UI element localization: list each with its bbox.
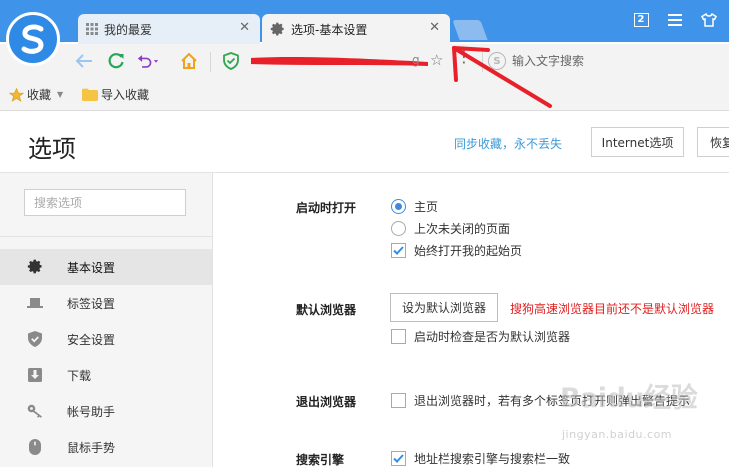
sidebar-item-label: 基本设置 [67, 260, 116, 275]
bookmark-favorites[interactable]: 收藏 ▼ [9, 86, 63, 103]
tab-count-button[interactable]: 2 [631, 10, 651, 30]
option-label: 始终打开我的起始页 [414, 244, 523, 258]
undo-close-icon[interactable] [137, 50, 159, 72]
grid-icon [86, 23, 98, 35]
watermark-url: jingyan.baidu.com [562, 428, 673, 441]
bookmark-label: 导入收藏 [101, 88, 150, 102]
url-text[interactable]: g [412, 53, 420, 67]
search-input[interactable] [512, 50, 722, 72]
option-label: 主页 [414, 200, 439, 214]
star-icon [9, 87, 24, 102]
tab-count-badge: 2 [633, 13, 649, 27]
folder-icon [82, 88, 98, 101]
menu-icon[interactable] [665, 10, 685, 30]
browser-logo [6, 12, 60, 66]
security-shield-icon[interactable] [223, 52, 239, 73]
default-browser-section-label: 默认浏览器 [296, 303, 357, 317]
sidebar-item-security[interactable]: 安全设置 [0, 321, 212, 357]
tab-label: 我的最爱 [104, 22, 153, 37]
search-engine-section-label: 搜索引擎 [296, 453, 345, 467]
checkbox[interactable] [391, 329, 406, 344]
more-icon[interactable]: ⋮ [456, 47, 473, 66]
close-icon[interactable]: ✕ [239, 21, 250, 35]
refresh-icon[interactable] [105, 50, 127, 72]
option-label: 启动时检查是否为默认浏览器 [414, 330, 571, 344]
option-label: 上次未关闭的页面 [414, 222, 511, 236]
sidebar-item-label: 鼠标手势 [67, 440, 116, 455]
tab-options[interactable]: 选项-基本设置 ✕ [262, 14, 450, 44]
checkbox[interactable] [391, 243, 406, 258]
gear-icon [26, 258, 44, 276]
sidebar-item-mouse-gestures[interactable]: 鼠标手势 [0, 429, 212, 465]
startup-option-last-session[interactable]: 上次未关闭的页面 [391, 220, 510, 237]
sidebar-item-label: 标签设置 [67, 296, 116, 311]
internet-options-button[interactable]: Internet选项 [591, 127, 684, 157]
sidebar-item-download[interactable]: 下载 [0, 357, 212, 393]
check-icon [393, 454, 404, 463]
redacted-url[interactable] [250, 55, 430, 67]
bookmark-import[interactable]: 导入收藏 [82, 86, 149, 103]
exit-browser-section-label: 退出浏览器 [296, 395, 357, 409]
sidebar-item-label: 下载 [67, 368, 92, 383]
page-header: 选项 同步收藏，永不丢失 Internet选项 恢复 [0, 111, 729, 173]
chevron-down-icon: ▼ [57, 90, 64, 99]
title-bar: 我的最爱 ✕ 选项-基本设置 ✕ 2 [0, 0, 729, 44]
star-icon[interactable]: ☆ [430, 51, 443, 69]
divider [0, 236, 212, 237]
sidebar-item-tabs[interactable]: 标签设置 [0, 285, 212, 321]
bookmarks-bar: 收藏 ▼ 导入收藏 [0, 78, 729, 111]
shield-icon [26, 330, 44, 348]
mouse-icon [26, 438, 44, 456]
tab-label: 选项-基本设置 [291, 22, 368, 37]
checkbox[interactable] [391, 451, 406, 466]
tab-favorites[interactable]: 我的最爱 ✕ [78, 14, 260, 44]
home-icon[interactable] [178, 50, 200, 72]
skin-icon[interactable] [699, 10, 719, 30]
search-engine-sync-option[interactable]: 地址栏搜索引擎与搜索栏一致 [391, 450, 570, 467]
sidebar-item-label: 安全设置 [67, 332, 116, 347]
address-bar: g ☆ ⋮ S [0, 44, 729, 78]
startup-section-label: 启动时打开 [296, 201, 357, 215]
new-tab-button[interactable] [452, 20, 488, 40]
sidebar-item-account[interactable]: 帐号助手 [0, 393, 212, 429]
divider [482, 52, 483, 72]
back-icon[interactable] [73, 50, 95, 72]
divider [210, 52, 211, 72]
sidebar: 基本设置 标签设置 安全设置 下载 帐号助手 鼠标手势 [0, 173, 213, 467]
startup-option-start-page[interactable]: 始终打开我的起始页 [391, 242, 522, 259]
baidu-watermark: Baidu经验 jingyan.baidu.com [560, 376, 725, 446]
option-label: 退出浏览器时，若有多个标签页打开则弹出警告提示 [414, 394, 691, 408]
checkbox[interactable] [391, 393, 406, 408]
key-icon [26, 402, 44, 420]
option-label: 地址栏搜索引擎与搜索栏一致 [414, 452, 571, 466]
sync-link[interactable]: 同步收藏，永不丢失 [454, 135, 562, 152]
radio-button[interactable] [391, 199, 406, 214]
check-default-on-startup-option[interactable]: 启动时检查是否为默认浏览器 [391, 328, 570, 345]
download-icon [26, 366, 44, 384]
exit-warning-option[interactable]: 退出浏览器时，若有多个标签页打开则弹出警告提示 [391, 392, 690, 409]
default-browser-warning: 搜狗高速浏览器目前还不是默认浏览器 [510, 302, 715, 316]
search-engine-icon[interactable]: S [488, 52, 506, 70]
set-default-browser-button[interactable]: 设为默认浏览器 [390, 293, 498, 322]
bookmark-label: 收藏 [27, 88, 52, 102]
sidebar-item-label: 帐号助手 [67, 404, 116, 419]
startup-option-homepage[interactable]: 主页 [391, 198, 438, 215]
check-icon [393, 246, 404, 255]
restore-defaults-button[interactable]: 恢复 [697, 127, 729, 157]
page-title: 选项 [28, 135, 76, 163]
tab-icon [26, 294, 44, 312]
sidebar-item-basic[interactable]: 基本设置 [0, 249, 212, 285]
gear-icon [270, 22, 285, 37]
radio-button[interactable] [391, 221, 406, 236]
close-icon[interactable]: ✕ [429, 21, 440, 35]
options-search-input[interactable] [24, 189, 186, 216]
